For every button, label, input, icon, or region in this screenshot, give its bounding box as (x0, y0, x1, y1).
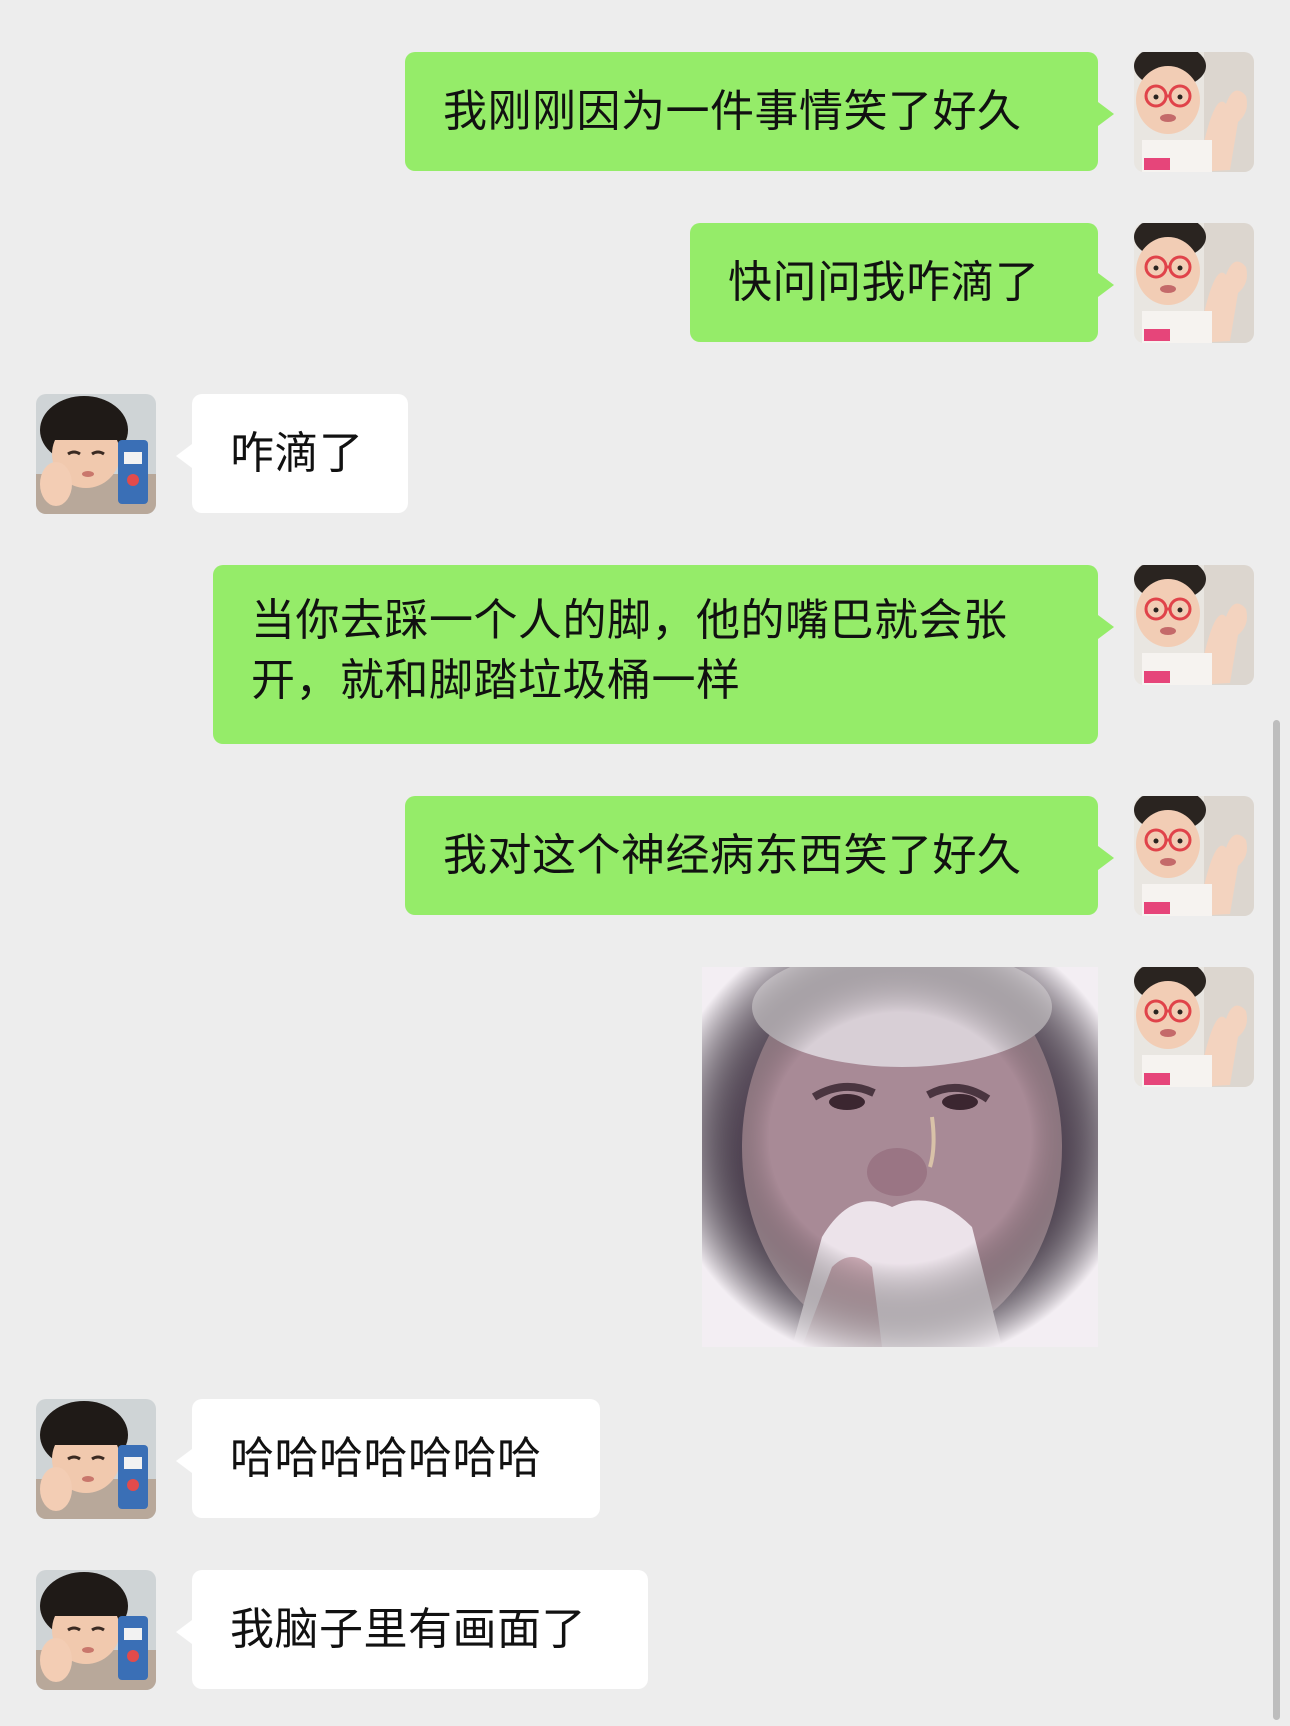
crying-man-sticker-icon[interactable] (702, 967, 1098, 1347)
chat-area[interactable]: 我刚刚因为一件事情笑了好久 快问问我咋滴了 咋滴了 当你去踩一个人的脚，他的嘴巴… (0, 0, 1290, 1726)
message-text: 当你去踩一个人的脚，他的嘴巴就会张开，就和脚踏垃圾桶一样 (251, 595, 1008, 706)
message-text: 快问问我咋滴了 (728, 256, 1040, 308)
scrollbar[interactable] (1273, 720, 1280, 1720)
contact-avatar-icon[interactable] (36, 394, 156, 514)
message-bubble-sent[interactable]: 我刚刚因为一件事情笑了好久 (405, 52, 1114, 171)
message-bubble-sent[interactable]: 当你去踩一个人的脚，他的嘴巴就会张开，就和脚踏垃圾桶一样 (213, 565, 1114, 744)
my-avatar-icon[interactable] (1134, 967, 1254, 1087)
contact-avatar-icon[interactable] (36, 1570, 156, 1690)
my-avatar-icon[interactable] (1134, 565, 1254, 685)
message-bubble-received[interactable]: 哈哈哈哈哈哈哈 (176, 1399, 600, 1518)
contact-avatar-icon[interactable] (36, 1399, 156, 1519)
message-text: 我脑子里有画面了 (230, 1603, 586, 1655)
my-avatar-icon[interactable] (1134, 796, 1254, 916)
my-avatar-icon[interactable] (1134, 223, 1254, 343)
message-text: 咋滴了 (230, 427, 364, 479)
message-bubble-sent[interactable]: 我对这个神经病东西笑了好久 (405, 796, 1114, 915)
message-text: 我对这个神经病东西笑了好久 (443, 829, 1022, 881)
message-bubble-sent[interactable]: 快问问我咋滴了 (690, 223, 1114, 342)
message-bubble-received[interactable]: 咋滴了 (176, 394, 408, 513)
message-text: 我刚刚因为一件事情笑了好久 (443, 85, 1022, 137)
my-avatar-icon[interactable] (1134, 52, 1254, 172)
message-bubble-received[interactable]: 我脑子里有画面了 (176, 1570, 648, 1689)
message-text: 哈哈哈哈哈哈哈 (230, 1432, 542, 1484)
